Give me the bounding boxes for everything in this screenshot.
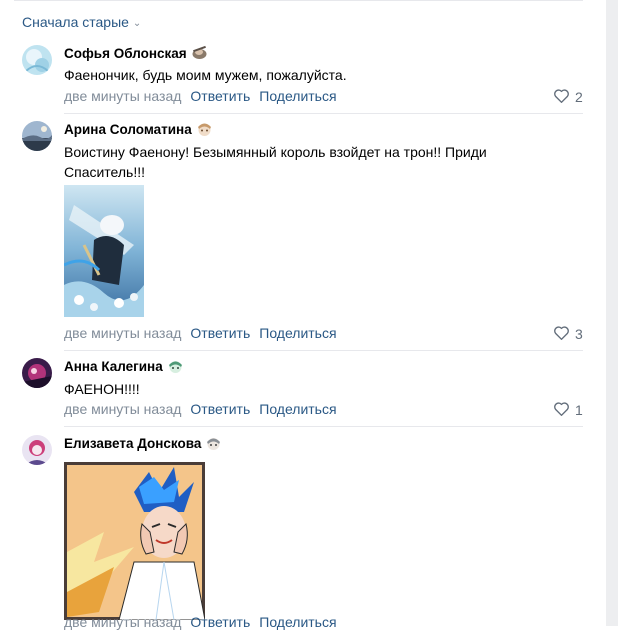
like-button[interactable]: 1 [553,401,583,419]
timestamp: две минуты назад [64,88,182,104]
like-button[interactable]: 2 [553,88,583,106]
timestamp: две минуты назад [64,614,182,630]
like-button[interactable]: 3 [553,325,583,343]
comment-divider [64,350,583,351]
sticker-icon [167,358,184,374]
sticker-icon [205,435,222,451]
heart-icon [553,88,570,106]
top-divider [14,0,583,1]
comment-divider [64,426,583,427]
heart-icon [553,401,570,419]
avatar[interactable] [22,358,52,388]
author-name[interactable]: Арина Соломатина [64,122,192,137]
avatar[interactable] [22,435,52,465]
timestamp: две минуты назад [64,325,182,341]
reply-button[interactable]: Ответить [190,88,250,104]
author-name[interactable]: Анна Калегина [64,359,163,374]
avatar[interactable] [22,45,52,75]
sort-label: Сначала старые [22,14,129,30]
like-count: 1 [575,402,583,418]
author-name[interactable]: Елизавета Донскова [64,436,201,451]
share-button[interactable]: Поделиться [259,401,336,417]
like-count: 3 [575,326,583,342]
comment-divider [64,113,583,114]
share-button[interactable]: Поделиться [259,614,336,630]
like-count: 2 [575,89,583,105]
chevron-down-icon: ⌄ [132,17,142,29]
heart-icon [553,325,570,343]
sticker-icon [196,121,213,137]
author-name[interactable]: Софья Облонская [64,46,187,61]
reply-button[interactable]: Ответить [190,401,250,417]
comment-text: Фаенончик, будь моим мужем, пожалуйста. [64,67,347,83]
reply-button[interactable]: Ответить [190,614,250,630]
comment-text: ФАЕНОН!!!! [64,381,140,397]
avatar[interactable] [22,121,52,151]
timestamp: две минуты назад [64,401,182,417]
scrollbar[interactable] [606,0,618,626]
attached-image[interactable] [64,462,205,620]
sort-dropdown[interactable]: Сначала старые ⌄ [22,14,141,30]
attached-image[interactable] [64,185,144,317]
comment-text: Воистину Фаенону! Безымянный король взой… [64,144,487,180]
share-button[interactable]: Поделиться [259,88,336,104]
reply-button[interactable]: Ответить [190,325,250,341]
sticker-icon [191,45,208,61]
share-button[interactable]: Поделиться [259,325,336,341]
